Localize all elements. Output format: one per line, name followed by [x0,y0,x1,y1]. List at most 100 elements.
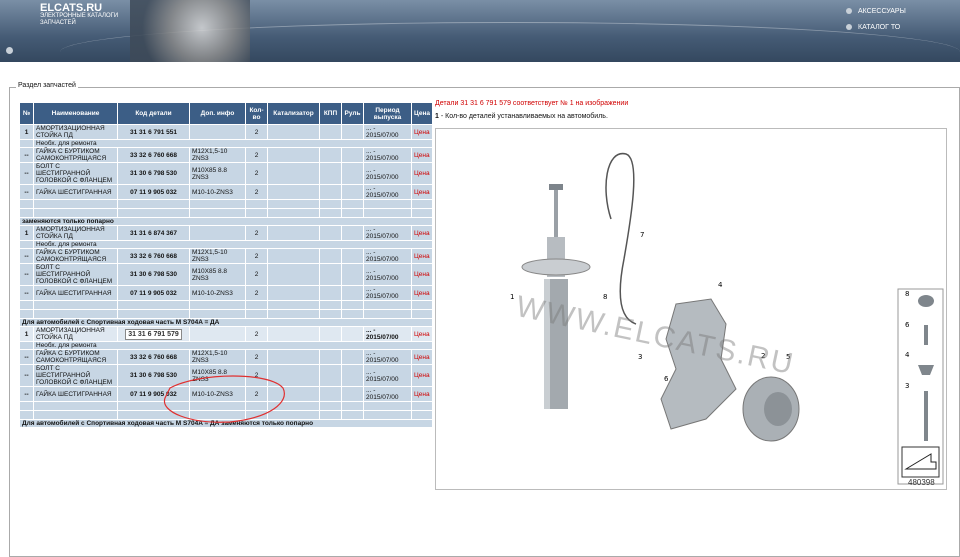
qty-note: 1 - Кол-во деталей устанавливаемых на ав… [435,113,608,120]
callout-8[interactable]: 8 [603,293,607,301]
price-link[interactable]: Цена [411,263,433,286]
part-code[interactable]: 33 32 6 760 668 [117,147,190,163]
part-qty: 2 [245,225,268,241]
empty-row [19,300,433,310]
price-link[interactable]: Цена [411,147,433,163]
part-info: M10X85 8.8 ZNS3 [189,162,246,185]
gearbox-cell [319,364,342,387]
num-cell [19,139,34,148]
part-period: ... - 2015/07/00 [363,248,412,264]
empty-cell [189,401,246,411]
price-link[interactable]: Цена [411,248,433,264]
empty-cell [341,199,364,209]
empty-cell [117,401,190,411]
part-code[interactable]: 31 30 6 798 530 [117,364,190,387]
callout-1[interactable]: 1 [510,293,514,301]
part-name: АМОРТИЗАЦИОННАЯ СТОЙКА ПД [33,225,118,241]
callout-6[interactable]: 6 [664,375,669,383]
callout-7[interactable]: 7 [640,231,644,239]
callout-4[interactable]: 4 [718,281,723,289]
part-period: ... - 2015/07/00 [363,386,412,402]
parts-diagram: 1 2 3 4 5 6 7 8 8 6 4 3 [435,128,947,490]
empty-cell [267,300,320,310]
price-link[interactable]: Цена [411,349,433,365]
section-title: Раздел запчастей [16,82,78,89]
engine-logo-image [130,0,250,62]
part-qty: 2 [245,326,268,342]
part-info: M10X85 8.8 ZNS3 [189,263,246,286]
link-maintenance-catalog[interactable]: КАТАЛОГ ТО [846,24,900,31]
gearbox-cell [319,285,342,301]
part-num: -- [19,364,34,387]
col-gearbox: КПП [319,102,342,125]
part-8-image [918,295,934,307]
part-code[interactable]: 07 11 9 905 032 [117,285,190,301]
table-row: Необх. для ремонта [19,139,433,148]
part-info [189,124,246,140]
price-link[interactable]: Цена [411,184,433,200]
part-num: -- [19,386,34,402]
steering-cell [341,184,364,200]
part-name: БОЛТ С ШЕСТИГРАННОЙ ГОЛОВКОЙ С ФЛАНЦЕМ [33,162,118,185]
part-code[interactable]: 31 31 6 791 551 [117,124,190,140]
empty-cell [19,300,34,310]
empty-cell [341,208,364,218]
gearbox-cell [319,225,342,241]
empty-cell [411,208,433,218]
price-link[interactable]: Цена [411,364,433,387]
link-accessories[interactable]: АКСЕССУАРЫ [846,8,906,15]
spring-seat [521,258,591,276]
price-link[interactable]: Цена [411,162,433,185]
part-num: 1 [19,124,34,140]
price-link[interactable]: Цена [411,124,433,140]
strip-label-4: 4 [905,351,910,359]
group-title-row: заменяются только попарно [19,217,433,226]
empty-cell [117,309,190,319]
table-row: -- ГАЙКА ШЕСТИГРАННАЯ 07 11 9 905 032 M10-1… [19,285,433,301]
link-maintenance-catalog-label: КАТАЛОГ ТО [858,24,901,31]
part-code[interactable]: 31 30 6 798 530 [117,162,190,185]
part-code[interactable]: 07 11 9 905 032 [117,184,190,200]
group-title: Для автомобилей с Спортивная ходовая час… [19,318,433,327]
empty-cell [411,300,433,310]
price-link[interactable]: Цена [411,386,433,402]
part-code[interactable]: 31 30 6 798 530 [117,263,190,286]
table-row: 1 АМОРТИЗАЦИОННАЯ СТОЙКА ПД 31 31 6 791 55… [19,124,433,140]
table-row: -- БОЛТ С ШЕСТИГРАННОЙ ГОЛОВКОЙ С ФЛАНЦЕМ… [19,364,433,387]
part-period: ... - 2015/07/00 [363,225,412,241]
empty-cell [189,410,246,420]
part-code[interactable]: 31 31 6 791 579 [117,326,190,342]
empty-row [19,199,433,209]
part-name: ГАЙКА ШЕСТИГРАННАЯ [33,184,118,200]
price-link[interactable]: Цена [411,225,433,241]
part-code[interactable]: 33 32 6 760 668 [117,248,190,264]
callout-3[interactable]: 3 [638,353,642,361]
part-info: M10X85 8.8 ZNS3 [189,364,246,387]
part-code[interactable]: 33 32 6 760 668 [117,349,190,365]
catalyst-cell [267,124,320,140]
empty-cell [19,199,34,209]
empty-cell [189,208,246,218]
empty-cell [319,410,342,420]
part-num: -- [19,184,34,200]
part-qty: 2 [245,124,268,140]
part-code-input[interactable]: 31 31 6 791 579 [125,328,182,340]
empty-cell [411,199,433,209]
catalyst-cell [267,248,320,264]
col-period: Период выпуска [363,102,412,125]
price-link[interactable]: Цена [411,326,433,342]
part-qty: 2 [245,147,268,163]
site-header: ELCATS.RU ЭЛЕКТРОННЫЕ КАТАЛОГИ ЗАПЧАСТЕЙ… [0,0,960,62]
diagram-drawing: 1 2 3 4 5 6 7 8 8 6 4 3 [510,153,944,485]
gearbox-cell [319,147,342,163]
empty-cell [33,410,118,420]
part-code[interactable]: 31 31 6 874 367 [117,225,190,241]
empty-cell [33,199,118,209]
price-link[interactable]: Цена [411,285,433,301]
steering-cell [341,162,364,185]
table-row: 1 АМОРТИЗАЦИОННАЯ СТОЙКА ПД 31 31 6 874 36… [19,225,433,241]
part-qty: 2 [245,386,268,402]
part-code[interactable]: 07 11 9 905 032 [117,386,190,402]
empty-cell [19,208,34,218]
part-name: ГАЙКА С БУРТИКОМ САМОКОНТРЯЩАЯСЯ [33,147,118,163]
